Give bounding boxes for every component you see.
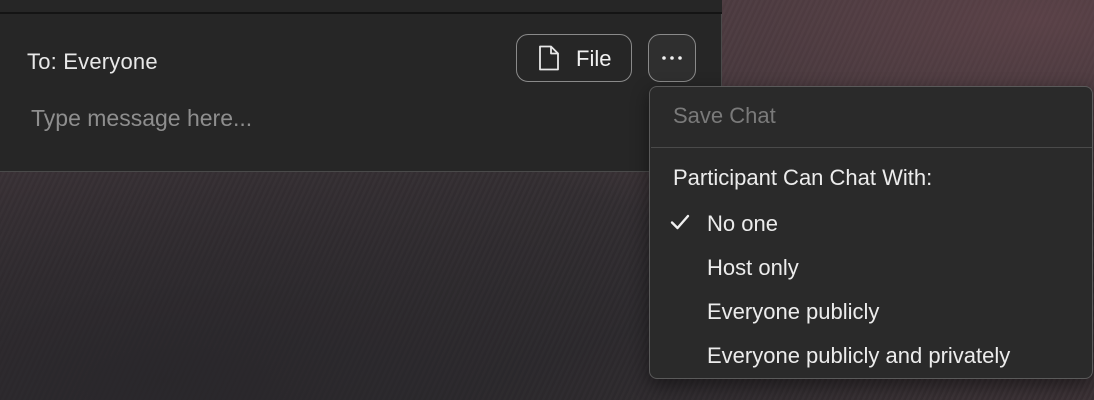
checkmark-icon	[670, 214, 690, 230]
menu-item-label: No one	[707, 211, 778, 236]
chat-compose-panel: To: Everyone File	[0, 0, 722, 172]
menu-item-everyone-publicly[interactable]: Everyone publicly	[650, 289, 1092, 329]
ellipsis-icon	[662, 56, 682, 60]
panel-divider	[0, 0, 722, 14]
menu-item-label: Host only	[707, 255, 799, 280]
chat-options-menu: Save Chat Participant Can Chat With: No …	[649, 86, 1093, 379]
more-options-button[interactable]	[648, 34, 696, 82]
file-button-label: File	[576, 46, 612, 71]
menu-item-no-one[interactable]: No one	[650, 201, 1092, 241]
recipient-label[interactable]: To: Everyone	[27, 49, 158, 75]
file-button[interactable]: File	[516, 34, 632, 82]
menu-divider	[651, 147, 1092, 148]
menu-item-save-chat: Save Chat	[673, 103, 776, 128]
menu-item-everyone-publicly-and-privately[interactable]: Everyone publicly and privately	[650, 333, 1092, 373]
file-icon	[539, 45, 559, 71]
menu-item-label: Everyone publicly and privately	[707, 343, 1011, 368]
menu-item-host-only[interactable]: Host only	[650, 245, 1092, 285]
message-input[interactable]	[28, 100, 631, 136]
menu-item-label: Everyone publicly	[707, 299, 880, 324]
menu-section-header: Participant Can Chat With:	[673, 165, 933, 190]
